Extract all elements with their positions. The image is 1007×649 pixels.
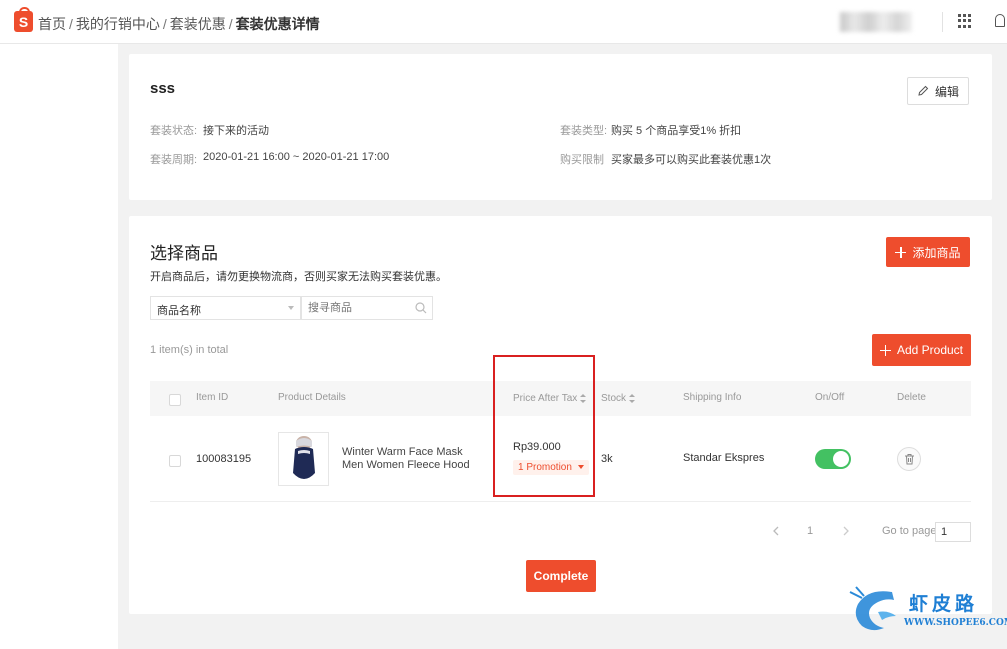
add-product-button[interactable]: Add Product (872, 334, 971, 366)
col-stock-label: Stock (601, 393, 627, 404)
pencil-icon (918, 85, 929, 96)
bundle-name: sss (150, 80, 176, 97)
col-on-off: On/Off (815, 392, 845, 403)
chevron-right-icon[interactable] (842, 526, 850, 536)
product-name[interactable]: Winter Warm Face Mask Men Women Fleece H… (342, 446, 482, 473)
col-delete: Delete (897, 392, 926, 403)
chevron-left-icon[interactable] (772, 526, 780, 536)
search-icon[interactable] (415, 302, 427, 314)
type-value: 购买 5 个商品享受1% 折扣 (611, 125, 742, 137)
status-label: 套装状态: (150, 125, 198, 137)
sidebar (0, 44, 118, 520)
type-label: 套装类型: (560, 125, 608, 137)
stock-value: 3k (601, 453, 613, 465)
status-value: 接下来的活动 (203, 125, 269, 137)
col-item-id: Item ID (196, 392, 229, 403)
search-input[interactable] (302, 297, 412, 319)
limit-label: 购买限制 (560, 154, 604, 166)
filter-select-value: 商品名称 (157, 305, 201, 317)
edit-label: 编辑 (934, 84, 959, 99)
search-input-wrapper (301, 296, 433, 320)
on-off-toggle[interactable] (815, 449, 851, 469)
delete-button[interactable] (897, 447, 921, 471)
products-hint: 开启商品后，请勿更换物流商，否则买家无法购买套装优惠。 (150, 271, 447, 283)
breadcrumb-marketing-centre[interactable]: 我的行销中心 (76, 16, 160, 32)
caret-down-icon (288, 306, 294, 310)
period-label: 套装周期: (150, 154, 198, 166)
page-1[interactable]: 1 (807, 525, 813, 537)
divider (942, 12, 943, 32)
plus-icon (895, 246, 907, 258)
face-mask-image (293, 436, 315, 479)
filter-select[interactable]: 商品名称 (150, 296, 301, 320)
add-product-label: Add Product (896, 343, 964, 357)
breadcrumb: 首页 / 我的行销中心 / 套装优惠 / 套装优惠详情 (38, 16, 320, 32)
trash-icon (905, 454, 914, 465)
col-stock[interactable]: Stock (601, 393, 636, 404)
sort-icon (629, 393, 636, 403)
edit-button[interactable]: 编辑 (907, 77, 969, 105)
goto-page-label: Go to page (882, 525, 937, 537)
shrimp-logo-icon (849, 586, 896, 631)
highlight-box (493, 355, 595, 497)
product-thumbnail[interactable] (278, 432, 329, 486)
shopee-logo-icon[interactable]: S (14, 7, 33, 32)
products-title: 选择商品 (150, 244, 218, 263)
plus-icon (879, 344, 891, 356)
sidebar-bottom (0, 520, 118, 649)
col-shipping-info: Shipping Info (683, 392, 742, 403)
row-checkbox[interactable] (169, 455, 181, 467)
add-product-cn-label: 添加商品 (912, 245, 961, 260)
shipping-value: Standar Ekspres (683, 452, 765, 464)
complete-label: Complete (533, 569, 589, 583)
breadcrumb-bundle-deal[interactable]: 套装优惠 (170, 16, 226, 32)
goto-page-input[interactable] (935, 522, 971, 542)
watermark-url: WWW.SHOPEE6.COM (904, 618, 1007, 628)
watermark-brand: 虾皮路 (909, 593, 979, 615)
limit-value: 买家最多可以购买此套装优惠1次 (611, 154, 772, 166)
items-total: 1 item(s) in total (150, 344, 229, 356)
breadcrumb-home[interactable]: 首页 (38, 16, 66, 32)
select-all-checkbox[interactable] (169, 394, 181, 406)
user-account-blurred[interactable] (840, 12, 912, 32)
apps-grid-icon[interactable] (958, 14, 972, 28)
col-product-details: Product Details (278, 392, 346, 403)
bell-icon[interactable] (995, 14, 1005, 27)
item-id: 100083195 (196, 453, 252, 465)
breadcrumb-current: 套装优惠详情 (235, 16, 320, 32)
add-product-cn-button[interactable]: 添加商品 (886, 237, 970, 267)
complete-button[interactable]: Complete (526, 560, 596, 592)
period-value: 2020-01-21 16:00 ~ 2020-01-21 17:00 (203, 151, 390, 163)
